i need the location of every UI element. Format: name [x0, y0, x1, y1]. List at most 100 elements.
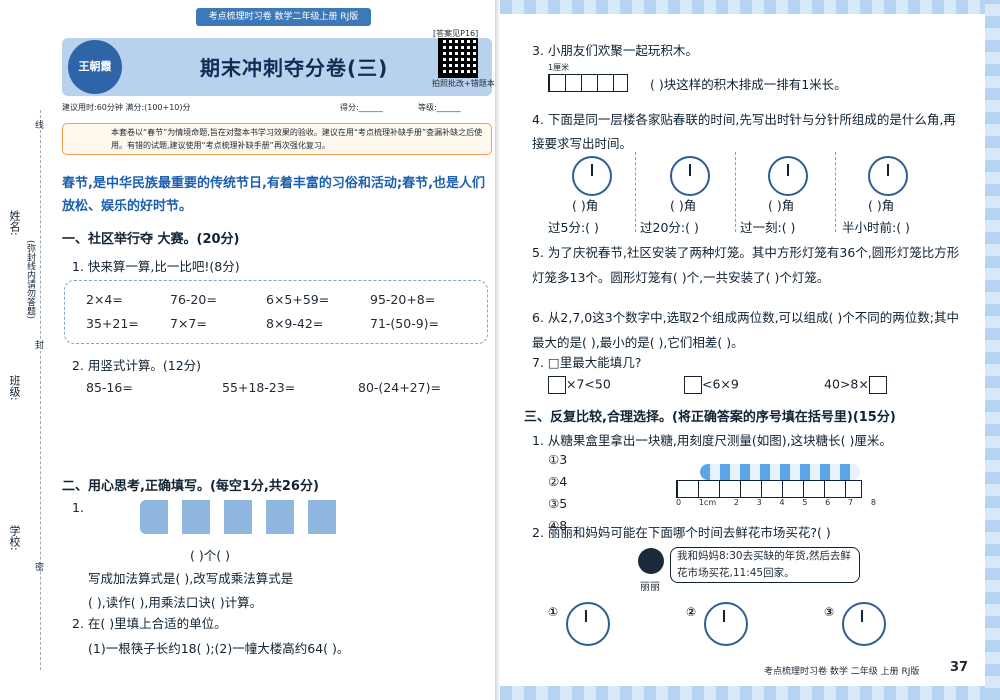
section1-title: 一、社区举行夺 大赛。(20分) — [62, 232, 240, 247]
girl-avatar — [638, 548, 664, 574]
margin-mark-1: 线 — [35, 121, 45, 131]
q3: 3. 小朋友们欢聚一起玩积木。 — [532, 43, 698, 58]
q7-box-1[interactable] — [548, 376, 566, 394]
ruler-labels: 0 1cm 2 3 4 5 6 7 8 — [676, 498, 876, 507]
groups-blank[interactable]: ( )个( ) — [190, 545, 230, 564]
note-box: 本套卷以“春节”为情境命题,旨在对整本书学习效果的验收。建议在用“考点梳理补缺手… — [62, 123, 492, 155]
footer-text: 考点梳理时习卷 数学 二年级 上册 RJ版 — [764, 667, 920, 677]
s3-q1[interactable]: 1. 从糖果盒里拿出一块糖,用刻度尺测量(如图),这块糖长( )厘米。 — [532, 430, 892, 449]
margin-mark-3: 密 — [35, 563, 45, 573]
seal-note: (弥封线内请勿答题) — [25, 240, 35, 320]
s2-line2[interactable]: ( ),读作( ),用乘法口诀( )计算。 — [88, 592, 262, 611]
option-clock-3-icon — [842, 602, 886, 646]
opt-2[interactable]: ②4 — [548, 474, 567, 489]
s2-q1: 1. — [72, 500, 84, 515]
clock-opt-2-label[interactable]: ② — [686, 605, 696, 619]
vert-2: 55+18-23= — [222, 380, 296, 395]
option-clock-1-icon — [566, 602, 610, 646]
option-clock-2-icon — [704, 602, 748, 646]
name-label: 姓名: — [8, 210, 21, 236]
intro-text: 春节,是中华民族最重要的传统节日,有着丰富的习俗和活动;春节,也是人们放松、娱乐… — [62, 176, 486, 214]
opt-1[interactable]: ①3 — [548, 452, 567, 467]
s3-q2[interactable]: 2. 丽丽和妈妈可能在下面哪个时间去鲜花市场买花?( ) — [532, 522, 831, 541]
logo: 王朝霞 — [68, 40, 122, 94]
clock-opt-1-label[interactable]: ① — [548, 605, 558, 619]
calc-box — [64, 280, 488, 344]
ruler-tick-4: 4 — [779, 498, 785, 507]
margin-mark-2: 封 — [35, 341, 45, 351]
calc-2: 76-20= — [170, 292, 217, 307]
ruler — [676, 480, 862, 498]
header-bar: 考点梳理时习卷 数学二年级上册 RJ版 — [196, 8, 371, 26]
q7-box-2[interactable] — [684, 376, 702, 394]
angle-2[interactable]: ( )角 — [670, 195, 696, 214]
suggested-time: 建议用时:60分钟 满分:(100+10)分 — [62, 103, 191, 112]
ruler-tick-6: 6 — [825, 498, 831, 507]
right-wave-border — [985, 0, 1000, 700]
clock-2-icon — [670, 156, 710, 196]
q7-box-3[interactable] — [868, 376, 887, 394]
divider-2 — [735, 152, 737, 232]
q7-item-2: <6×9 — [702, 376, 739, 392]
s1-q2: 2. 用竖式计算。(12分) — [72, 358, 202, 373]
calc-5: 35+21= — [86, 316, 139, 331]
angle-3[interactable]: ( )角 — [768, 195, 794, 214]
girl-name: 丽丽 — [640, 582, 660, 593]
class-label: 班级: — [8, 375, 21, 401]
time-1[interactable]: 过5分:( ) — [548, 217, 599, 236]
clock-3-icon — [768, 156, 808, 196]
page-title: 期末冲刺夺分卷(三) — [200, 56, 389, 80]
s1-q1: 1. 快来算一算,比一比吧!(8分) — [72, 259, 240, 274]
divider-3 — [835, 152, 837, 232]
top-wave-border — [500, 0, 1000, 14]
section3-title: 三、反复比较,合理选择。(将正确答案的序号填在括号里)(15分) — [524, 410, 896, 425]
binding-line — [40, 110, 42, 670]
bottom-wave-border — [500, 686, 1000, 700]
time-3[interactable]: 过一刻:( ) — [740, 217, 795, 236]
angle-1[interactable]: ( )角 — [572, 195, 598, 214]
q6[interactable]: 6. 从2,7,0这3个数字中,选取2个组成两位数,可以组成( )个不同的两位数… — [532, 305, 964, 355]
fruit-groups-image — [140, 500, 340, 534]
angle-4[interactable]: ( )角 — [868, 195, 894, 214]
school-label: 学校: — [8, 525, 21, 551]
s2-line1[interactable]: 写成加法算式是( ),改写成乘法算式是 — [88, 568, 293, 587]
opt-3[interactable]: ③5 — [548, 496, 567, 511]
ruler-tick-8: 8 — [870, 498, 876, 507]
time-4[interactable]: 半小时前:( ) — [842, 217, 910, 236]
calc-7: 8×9-42= — [266, 316, 324, 331]
calc-1: 2×4= — [86, 292, 123, 307]
ruler-tick-5: 5 — [802, 498, 808, 507]
left-page: 考点梳理时习卷 数学二年级上册 RJ版 [答案见P16] 王朝霞 期末冲刺夺分卷… — [0, 0, 500, 700]
ruler-tick-3: 3 — [756, 498, 762, 507]
clock-4-icon — [868, 156, 908, 196]
ruler-tick-7: 7 — [847, 498, 854, 507]
clock-opt-3-label[interactable]: ③ — [824, 605, 834, 619]
score-field[interactable]: 得分:______ — [340, 102, 383, 113]
vert-1: 85-16= — [86, 380, 133, 395]
s2-q2-line[interactable]: (1)一根筷子长约18( );(2)一幢大楼高约64( )。 — [88, 638, 349, 657]
page-number: 37 — [950, 660, 969, 675]
q7-item-3: 40>8× — [824, 376, 869, 392]
calc-6: 7×7= — [170, 316, 207, 331]
divider-1 — [635, 152, 637, 232]
q3-text[interactable]: ( )块这样的积木排成一排有1米长。 — [650, 74, 847, 93]
calc-8: 71-(50-9)= — [370, 316, 440, 331]
ruler-tick-1: 1cm — [698, 498, 717, 507]
qr-caption: 拍照批改+错题本 — [432, 79, 495, 88]
grade-field[interactable]: 等级:______ — [418, 102, 461, 113]
candy-image — [700, 464, 860, 480]
q3-unit: 1厘米 — [548, 63, 570, 72]
section2-title: 二、用心思考,正确填写。(每空1分,共26分) — [62, 479, 319, 494]
vert-3: 80-(24+27)= — [358, 380, 441, 395]
ruler-tick-2: 2 — [733, 498, 739, 507]
speech-bubble: 我和妈妈8:30去买缺的年货,然后去鲜花市场买花,11:45回家。 — [670, 547, 860, 583]
q5[interactable]: 5. 为了庆祝春节,社区安装了两种灯笼。其中方形灯笼有36个,圆形灯笼比方形灯笼… — [532, 240, 964, 290]
s2-q2: 2. 在( )里填上合适的单位。 — [72, 616, 227, 631]
clock-1-icon — [572, 156, 612, 196]
blocks-image — [548, 74, 628, 92]
q7-item-1: ×7<50 — [566, 376, 611, 392]
ruler-tick-0: 0 — [676, 498, 682, 507]
calc-4: 95-20+8= — [370, 292, 436, 307]
qr-code[interactable] — [438, 38, 478, 78]
time-2[interactable]: 过20分:( ) — [640, 217, 699, 236]
